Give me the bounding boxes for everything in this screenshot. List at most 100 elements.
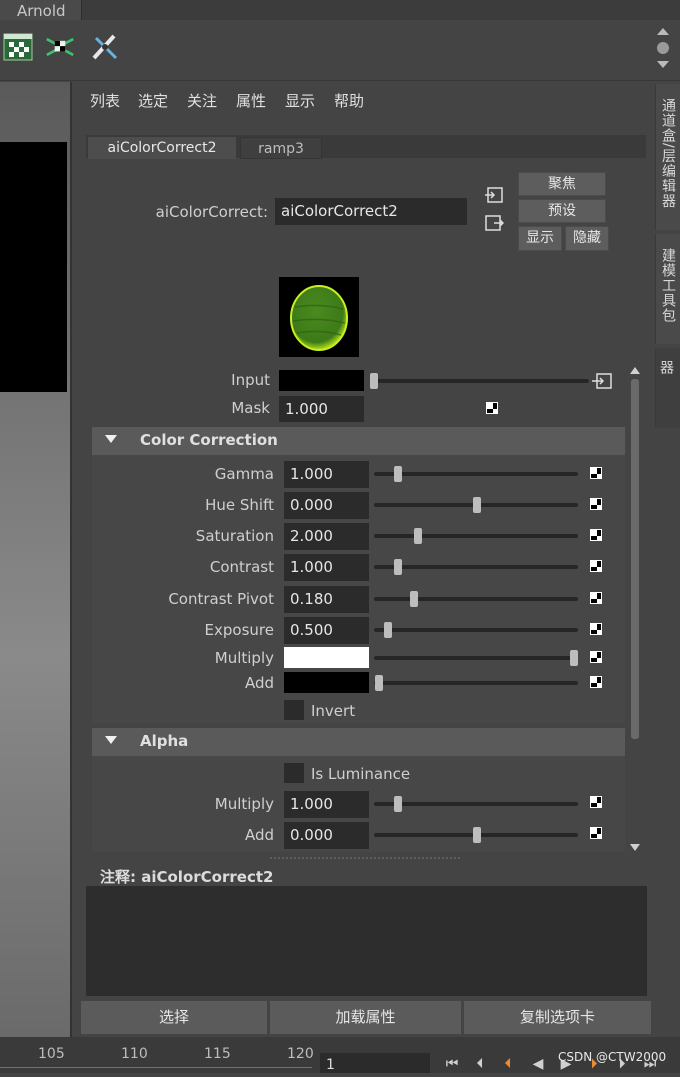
notes-title: 注释: aiColorCorrect2 bbox=[100, 866, 273, 887]
multiply-map-icon[interactable] bbox=[590, 651, 602, 663]
menu-focus[interactable]: 关注 bbox=[187, 90, 217, 111]
input-map-icon[interactable] bbox=[592, 372, 612, 390]
menu-help[interactable]: 帮助 bbox=[334, 90, 364, 111]
multiply-color-swatch[interactable] bbox=[284, 647, 369, 668]
hue-shift-map-icon[interactable] bbox=[590, 498, 602, 510]
node-name-field[interactable]: aiColorCorrect2 bbox=[275, 198, 467, 225]
hue-shift-slider-handle[interactable] bbox=[473, 497, 481, 513]
mask-map-icon[interactable] bbox=[486, 402, 498, 414]
focus-button[interactable]: 聚焦 bbox=[518, 172, 606, 196]
step-back-frame-icon[interactable]: ⏴ bbox=[498, 1055, 518, 1073]
hue-shift-field[interactable]: 0.000 bbox=[284, 492, 369, 519]
timeline-tick: 115 bbox=[204, 1046, 231, 1062]
contrast-pivot-slider-track[interactable] bbox=[374, 597, 578, 601]
add-color-swatch[interactable] bbox=[284, 672, 369, 693]
pen-eraser-icon[interactable] bbox=[90, 32, 120, 62]
play-backwards-icon[interactable]: ◀ bbox=[528, 1055, 548, 1073]
gamma-slider-handle[interactable] bbox=[394, 466, 402, 482]
attribute-scrollbar[interactable] bbox=[628, 365, 642, 853]
hide-button[interactable]: 隐藏 bbox=[565, 226, 609, 251]
is-luminance-label: Is Luminance bbox=[311, 765, 411, 783]
tab-ramp3[interactable]: ramp3 bbox=[240, 137, 322, 159]
side-tab-modeling-toolkit[interactable]: 建模工具包 bbox=[655, 234, 680, 344]
contrast-map-icon[interactable] bbox=[590, 560, 602, 572]
exposure-field[interactable]: 0.500 bbox=[284, 617, 369, 644]
menu-list[interactable]: 列表 bbox=[90, 90, 120, 111]
load-attributes-button[interactable]: 加载属性 bbox=[270, 1001, 461, 1034]
shelf-scroll-icon[interactable] bbox=[654, 26, 672, 70]
gamma-map-icon[interactable] bbox=[590, 467, 602, 479]
menu-selected[interactable]: 选定 bbox=[138, 90, 168, 111]
mask-label: Mask bbox=[231, 399, 270, 417]
side-tab-label: 建模工具包 bbox=[660, 248, 676, 323]
contrast-pivot-field[interactable]: 0.180 bbox=[284, 586, 369, 613]
notes-textarea[interactable] bbox=[86, 886, 647, 996]
alpha-multiply-slider-track[interactable] bbox=[374, 802, 578, 806]
is-luminance-checkbox[interactable] bbox=[284, 763, 304, 783]
add-slider-handle[interactable] bbox=[375, 675, 383, 691]
input-label: Input bbox=[231, 371, 270, 389]
current-frame-field[interactable]: 1 bbox=[320, 1053, 430, 1073]
mask-field[interactable]: 1.000 bbox=[279, 396, 364, 422]
contrast-slider-track[interactable] bbox=[374, 565, 578, 569]
side-tab-attribute-editor[interactable]: 属性编辑器 bbox=[655, 348, 680, 428]
contrast-slider-handle[interactable] bbox=[394, 559, 402, 575]
show-button[interactable]: 显示 bbox=[518, 226, 562, 251]
contrast-field[interactable]: 1.000 bbox=[284, 554, 369, 581]
gamma-field[interactable]: 1.000 bbox=[284, 461, 369, 488]
alpha-add-slider-handle[interactable] bbox=[473, 827, 481, 843]
contrast-label: Contrast bbox=[209, 558, 274, 576]
multiply-slider-track[interactable] bbox=[374, 656, 578, 660]
contrast-pivot-label: Contrast Pivot bbox=[168, 590, 274, 608]
saturation-slider-track[interactable] bbox=[374, 534, 578, 538]
side-tab-channel-box[interactable]: 通道盒/层编辑器 bbox=[655, 84, 680, 230]
go-to-start-icon[interactable]: ⏮ bbox=[442, 1055, 462, 1073]
input-color-swatch[interactable] bbox=[279, 370, 364, 391]
viewport-render bbox=[0, 142, 67, 392]
tab-arnold[interactable]: Arnold bbox=[0, 0, 82, 20]
exposure-map-icon[interactable] bbox=[590, 623, 602, 635]
material-swatch[interactable] bbox=[279, 277, 359, 357]
menu-show[interactable]: 显示 bbox=[285, 90, 315, 111]
input-connection-icon[interactable] bbox=[484, 186, 504, 204]
add-map-icon[interactable] bbox=[590, 676, 602, 688]
input-slider-track[interactable] bbox=[374, 379, 589, 383]
add-slider-track[interactable] bbox=[374, 681, 578, 685]
menu-attributes[interactable]: 属性 bbox=[236, 90, 266, 111]
notes-node-name: aiColorCorrect2 bbox=[141, 868, 274, 886]
timeline-tick: 110 bbox=[121, 1046, 148, 1062]
alpha-multiply-field[interactable]: 1.000 bbox=[284, 791, 369, 818]
presets-button[interactable]: 预设 bbox=[518, 199, 606, 223]
alpha-add-field[interactable]: 0.000 bbox=[284, 822, 369, 849]
alpha-multiply-slider-handle[interactable] bbox=[394, 796, 402, 812]
section-title: Alpha bbox=[140, 732, 189, 750]
alpha-multiply-map-icon[interactable] bbox=[590, 796, 602, 808]
contrast-pivot-slider-handle[interactable] bbox=[410, 591, 418, 607]
watermark-text: CSDN @CTW2000 bbox=[558, 1050, 667, 1064]
saturation-map-icon[interactable] bbox=[590, 529, 602, 541]
color-correction-header[interactable]: Color Correction bbox=[92, 427, 625, 455]
swatch-sphere bbox=[290, 285, 348, 351]
multiply-slider-handle[interactable] bbox=[570, 650, 578, 666]
exposure-slider-track[interactable] bbox=[374, 628, 578, 632]
output-connection-icon[interactable] bbox=[484, 214, 504, 232]
gamma-slider-track[interactable] bbox=[374, 472, 578, 476]
exposure-slider-handle[interactable] bbox=[384, 622, 392, 638]
input-slider-handle[interactable] bbox=[370, 373, 378, 389]
splitter-handle[interactable] bbox=[270, 857, 460, 859]
invert-label: Invert bbox=[311, 702, 356, 720]
contrast-pivot-map-icon[interactable] bbox=[590, 592, 602, 604]
invert-checkbox[interactable] bbox=[284, 700, 304, 720]
side-tab-label: 通道盒/层编辑器 bbox=[660, 98, 676, 209]
alpha-add-map-icon[interactable] bbox=[590, 827, 602, 839]
alpha-header[interactable]: Alpha bbox=[92, 728, 625, 756]
uv-layout-icon[interactable] bbox=[45, 32, 75, 62]
saturation-slider-handle[interactable] bbox=[414, 528, 422, 544]
checker-window-icon[interactable] bbox=[3, 32, 33, 62]
exposure-label: Exposure bbox=[204, 621, 274, 639]
step-back-key-icon[interactable]: ⏴ bbox=[470, 1055, 490, 1073]
saturation-field[interactable]: 2.000 bbox=[284, 523, 369, 550]
copy-tab-button[interactable]: 复制选项卡 bbox=[464, 1001, 651, 1034]
tab-aicolorcorrect2[interactable]: aiColorCorrect2 bbox=[88, 137, 236, 159]
select-button[interactable]: 选择 bbox=[81, 1001, 267, 1034]
